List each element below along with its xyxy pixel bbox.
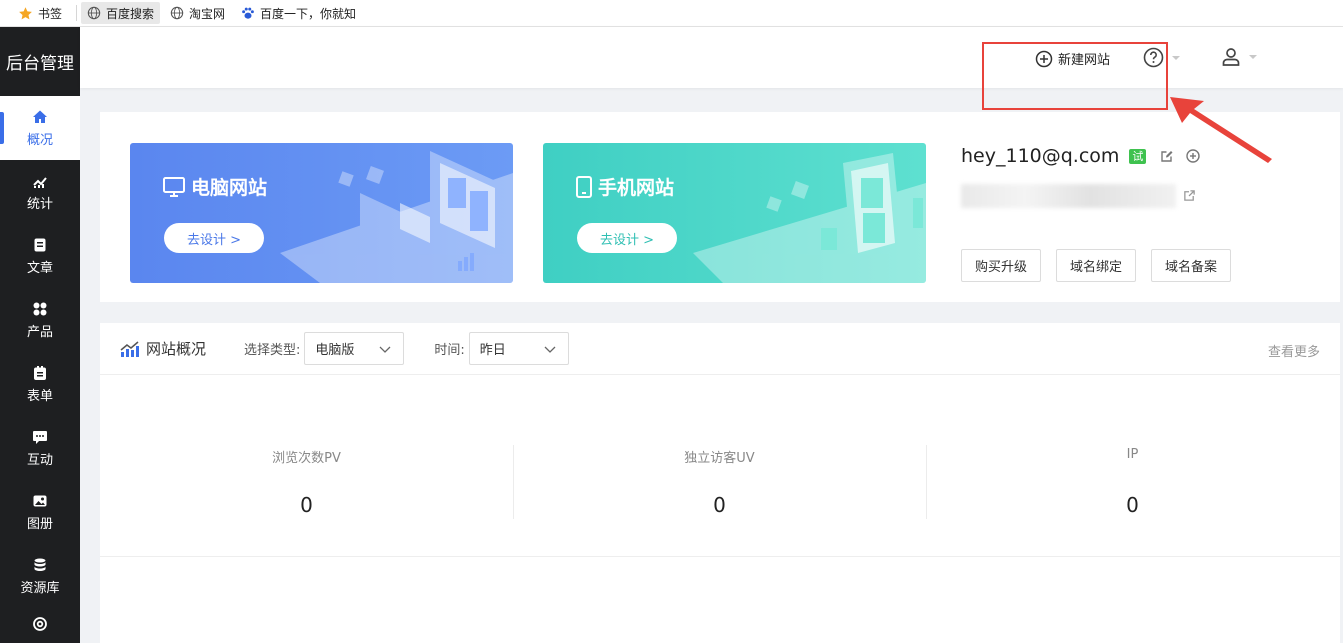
mobile-design-button[interactable]: 去设计 > xyxy=(577,223,677,253)
settings-icon xyxy=(32,616,48,632)
monitor-icon xyxy=(163,177,185,197)
sidebar-item-interaction[interactable]: 互动 xyxy=(0,416,80,480)
sidebar-item-articles[interactable]: 文章 xyxy=(0,224,80,288)
image-icon xyxy=(32,493,48,509)
bookmark-baidu[interactable]: 百度一下，你就知 xyxy=(235,2,362,24)
overview-header: 网站概况 选择类型: 电脑版 时间: 昨日 查看更多 xyxy=(100,323,1340,375)
bar-chart-icon xyxy=(120,340,140,358)
pc-site-card[interactable]: 电脑网站 去设计 > xyxy=(130,143,513,283)
overview-title: 网站概况 xyxy=(120,338,206,359)
article-icon xyxy=(32,237,48,253)
annotation-arrow-icon xyxy=(1168,95,1278,165)
time-label: 时间: xyxy=(434,339,464,358)
globe-icon xyxy=(170,6,184,20)
overview-title-text: 网站概况 xyxy=(146,338,206,359)
sidebar-item-stats[interactable]: 统计 xyxy=(0,160,80,224)
mobile-illustration-icon xyxy=(543,143,926,283)
sidebar-item-label: 互动 xyxy=(27,449,53,468)
sites-panel: 电脑网站 去设计 > 手机网站 xyxy=(100,112,1340,302)
bookmarks-bar: 书签 百度搜索 淘宝网 百度一下，你就知 xyxy=(0,0,1343,27)
bookmark-folder[interactable]: 书签 xyxy=(12,2,68,24)
sidebar-item-label: 图册 xyxy=(27,513,53,532)
user-menu[interactable] xyxy=(1221,47,1257,67)
bookmark-label: 百度一下，你就知 xyxy=(260,5,356,22)
bookmark-baidu-search[interactable]: 百度搜索 xyxy=(81,2,160,24)
pc-illustration-icon xyxy=(130,143,513,283)
time-select-value: 昨日 xyxy=(480,339,506,358)
bookmark-label: 淘宝网 xyxy=(189,5,225,22)
sidebar-item-label: 资源库 xyxy=(20,577,59,596)
account-email: hey_110@q.com 试 xyxy=(961,145,1200,167)
mobile-site-title: 手机网站 xyxy=(576,173,674,200)
sidebar-item-label: 文章 xyxy=(27,257,53,276)
pc-design-button[interactable]: 去设计 > xyxy=(164,223,264,253)
sidebar-item-forms[interactable]: 表单 xyxy=(0,352,80,416)
account-actions: 购买升级 域名绑定 域名备案 xyxy=(961,249,1246,282)
pc-site-title-text: 电脑网站 xyxy=(191,173,267,200)
mobile-site-title-text: 手机网站 xyxy=(598,173,674,200)
external-link-icon[interactable] xyxy=(1183,189,1196,202)
trend-chart-icon xyxy=(32,173,48,189)
sidebar-item-label: 表单 xyxy=(27,385,53,404)
type-select-value: 电脑版 xyxy=(315,339,354,358)
bookmark-label: 百度搜索 xyxy=(106,5,154,22)
pc-site-title: 电脑网站 xyxy=(163,173,267,200)
sidebar-item-label: 产品 xyxy=(27,321,53,340)
database-icon xyxy=(32,557,48,573)
phone-icon xyxy=(576,176,592,198)
home-icon xyxy=(32,109,48,125)
stat-label: 浏览次数PV xyxy=(100,447,513,466)
sidebar-item-label: 统计 xyxy=(27,193,53,212)
overview-panel: 网站概况 选择类型: 电脑版 时间: 昨日 查看更多 浏览次数PV 0 独立访客… xyxy=(100,323,1340,643)
chevron-down-icon xyxy=(1249,55,1257,59)
stat-label: IP xyxy=(926,447,1339,462)
chevron-down-icon xyxy=(544,343,556,358)
domain-filing-button[interactable]: 域名备案 xyxy=(1151,249,1231,282)
annotation-highlight-box xyxy=(982,42,1168,110)
stat-uv: 独立访客UV 0 xyxy=(513,441,926,557)
brand-title: 后台管理 xyxy=(0,27,80,96)
sidebar-item-products[interactable]: 产品 xyxy=(0,288,80,352)
time-select[interactable]: 昨日 xyxy=(469,332,569,365)
stat-value: 0 xyxy=(926,493,1339,517)
trial-badge: 试 xyxy=(1129,149,1146,164)
domain-bind-button[interactable]: 域名绑定 xyxy=(1056,249,1136,282)
sidebar-item-resources[interactable]: 资源库 xyxy=(0,544,80,608)
chat-icon xyxy=(32,429,48,445)
stat-pv: 浏览次数PV 0 xyxy=(100,441,513,557)
bookmark-label: 书签 xyxy=(38,5,62,22)
chevron-down-icon xyxy=(1172,56,1180,60)
user-icon xyxy=(1221,47,1241,67)
sidebar-item-more[interactable] xyxy=(0,608,80,643)
grid-icon xyxy=(32,301,48,317)
mobile-site-card[interactable]: 手机网站 去设计 > xyxy=(543,143,926,283)
stat-value: 0 xyxy=(100,493,513,517)
type-select[interactable]: 电脑版 xyxy=(304,332,404,365)
stat-value: 0 xyxy=(513,493,926,517)
view-more-link[interactable]: 查看更多 xyxy=(1268,341,1320,360)
stats-row: 浏览次数PV 0 独立访客UV 0 IP 0 xyxy=(100,441,1340,557)
stat-ip: IP 0 xyxy=(926,441,1339,557)
sidebar-item-label: 概况 xyxy=(27,129,53,148)
baidu-paw-icon xyxy=(241,6,255,20)
star-icon xyxy=(18,6,33,21)
bookmark-taobao[interactable]: 淘宝网 xyxy=(164,2,231,24)
account-email-text: hey_110@q.com xyxy=(961,145,1119,167)
blurred-domain xyxy=(961,184,1176,208)
sidebar: 后台管理 概况 统计 文章 产品 表单 互动 xyxy=(0,27,80,643)
chevron-down-icon xyxy=(379,343,391,358)
upgrade-button[interactable]: 购买升级 xyxy=(961,249,1041,282)
stat-label: 独立访客UV xyxy=(513,447,926,466)
globe-icon xyxy=(87,6,101,20)
sidebar-item-overview[interactable]: 概况 xyxy=(0,96,80,160)
sidebar-item-gallery[interactable]: 图册 xyxy=(0,480,80,544)
clipboard-icon xyxy=(32,365,48,381)
type-label: 选择类型: xyxy=(244,339,300,358)
bookmark-divider xyxy=(76,5,77,21)
